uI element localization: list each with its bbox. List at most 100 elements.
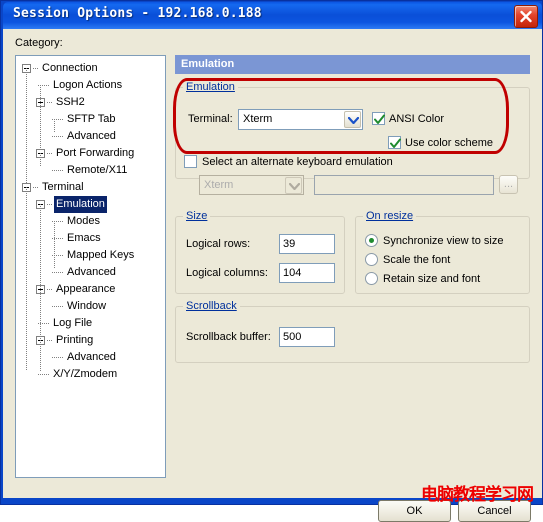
tree-item-label: Emacs [67, 232, 101, 244]
radio-synchronize-view[interactable] [365, 234, 378, 247]
alternate-keyboard-combo[interactable]: Xterm [199, 175, 304, 195]
tree-guide-line [26, 187, 27, 371]
emulation-group-title: Emulation [183, 81, 238, 93]
tree-item-port-forwarding[interactable]: Port Forwarding [16, 145, 165, 162]
tree-connector [33, 187, 39, 188]
tree-item-label: Emulation [54, 196, 107, 213]
logical-columns-label: Logical columns: [186, 267, 268, 279]
size-group: Size Logical rows: 39 Logical columns: 1… [175, 210, 345, 294]
checkmark-icon [390, 138, 401, 148]
tree-connector [52, 272, 64, 273]
tree-connector [47, 102, 53, 103]
alternate-keyboard-label: Select an alternate keyboard emulation [202, 156, 393, 168]
close-x-glyph [520, 10, 532, 23]
tree-guide-line [26, 68, 27, 184]
tree-item-label: Advanced [67, 130, 116, 142]
tree-item-mapped-keys[interactable]: Mapped Keys [16, 247, 165, 264]
tree-connector [47, 340, 53, 341]
tree-item-advanced[interactable]: Advanced [16, 128, 165, 145]
tree-item-emulation[interactable]: Emulation [16, 196, 165, 213]
alternate-keyboard-checkbox[interactable] [184, 155, 197, 168]
tree-item-label: SSH2 [56, 96, 85, 108]
window-title: Session Options - 192.168.0.188 [13, 6, 262, 21]
tree-item-window[interactable]: Window [16, 298, 165, 315]
chevron-down-glyph [348, 117, 359, 124]
tree-connector [52, 170, 64, 171]
tree-item-label: Connection [42, 62, 98, 74]
ok-button[interactable]: OK [378, 500, 451, 522]
checkmark-icon [374, 114, 385, 124]
scrollback-buffer-input[interactable]: 500 [279, 327, 335, 347]
tree-item-label: Logon Actions [53, 79, 123, 91]
tree-item-label: SFTP Tab [67, 113, 116, 125]
terminal-combo[interactable]: Xterm [238, 109, 363, 130]
tree-item-label: Mapped Keys [67, 249, 135, 261]
tree-guide-line [54, 221, 55, 269]
tree-item-log-file[interactable]: Log File [16, 315, 165, 332]
tree-item-connection[interactable]: Connection [16, 60, 165, 77]
browse-button[interactable]: ... [499, 175, 518, 194]
terminal-combo-value: Xterm [243, 113, 273, 125]
scrollback-group-title: Scrollback [183, 300, 240, 312]
session-options-dialog: Session Options - 192.168.0.188 Category… [0, 0, 543, 522]
tree-item-label: Modes [67, 215, 101, 227]
size-group-title: Size [183, 210, 211, 222]
tree-item-label: Printing [56, 334, 94, 346]
use-color-scheme-checkbox[interactable] [388, 136, 401, 149]
tree-item-label: Window [67, 300, 107, 312]
tree-item-label: Advanced [67, 351, 116, 363]
tree-item-label: Remote/X11 [67, 164, 128, 176]
tree-item-ssh2[interactable]: SSH2 [16, 94, 165, 111]
logical-rows-input[interactable]: 39 [279, 234, 335, 254]
tree-item-sftp-tab[interactable]: SFTP Tab [16, 111, 165, 128]
tree-item-advanced[interactable]: Advanced [16, 349, 165, 366]
tree-item-label: Advanced [67, 266, 116, 278]
tree-connector [52, 306, 64, 307]
scrollback-group: Scrollback Scrollback buffer: 500 [175, 300, 530, 363]
terminal-label: Terminal: [188, 113, 233, 125]
tree-item-modes[interactable]: Modes [16, 213, 165, 230]
chevron-down-icon[interactable] [285, 177, 302, 194]
tree-item-label: Port Forwarding [56, 147, 135, 159]
ansi-color-checkbox[interactable] [372, 112, 385, 125]
title-bar: Session Options - 192.168.0.188 [3, 2, 542, 29]
tree-item-advanced[interactable]: Advanced [16, 264, 165, 281]
tree-item-emacs[interactable]: Emacs [16, 230, 165, 247]
ansi-color-label: ANSI Color [389, 113, 445, 125]
cancel-button[interactable]: Cancel [458, 500, 531, 522]
tree-guide-line [54, 119, 55, 133]
tree-connector [47, 153, 53, 154]
tree-connector [33, 68, 39, 69]
chevron-down-glyph [289, 183, 300, 190]
tree-connector [52, 136, 64, 137]
tree-item-label: X/Y/Zmodem [53, 368, 118, 380]
pane-header: Emulation [175, 55, 530, 74]
tree-item-logon-actions[interactable]: Logon Actions [16, 77, 165, 94]
on-resize-group-title: On resize [363, 210, 417, 222]
alternate-keyboard-combo-value: Xterm [204, 179, 234, 191]
dialog-client-area: Category: Connection Logon Actions SSH2 SFT… [3, 29, 542, 522]
chevron-down-icon[interactable] [344, 111, 361, 128]
radio-retain-size-font[interactable] [365, 272, 378, 285]
close-icon[interactable] [514, 5, 538, 28]
tree-item-x-y-zmodem[interactable]: X/Y/Zmodem [16, 366, 165, 383]
tree-item-terminal[interactable]: Terminal [16, 179, 165, 196]
tree-guide-line [40, 204, 41, 371]
logical-rows-label: Logical rows: [186, 238, 251, 250]
tree-connector [38, 374, 50, 375]
alternate-keyboard-path-input[interactable] [314, 175, 494, 195]
radio-scale-font-label: Scale the font [383, 254, 451, 266]
on-resize-group: On resize Synchronize view to size Scale… [355, 210, 530, 294]
tree-item-label: Log File [53, 317, 93, 329]
category-tree[interactable]: Connection Logon Actions SSH2 SFTP Tab Advan… [15, 55, 166, 478]
scrollback-buffer-label: Scrollback buffer: [186, 331, 271, 343]
use-color-scheme-label: Use color scheme [405, 137, 494, 149]
tree-item-appearance[interactable]: Appearance [16, 281, 165, 298]
radio-scale-font[interactable] [365, 253, 378, 266]
tree-connector [52, 357, 64, 358]
tree-guide-line [40, 153, 41, 167]
logical-columns-input[interactable]: 104 [279, 263, 335, 283]
tree-item-printing[interactable]: Printing [16, 332, 165, 349]
tree-connector [47, 204, 53, 205]
tree-item-remote-x11[interactable]: Remote/X11 [16, 162, 165, 179]
